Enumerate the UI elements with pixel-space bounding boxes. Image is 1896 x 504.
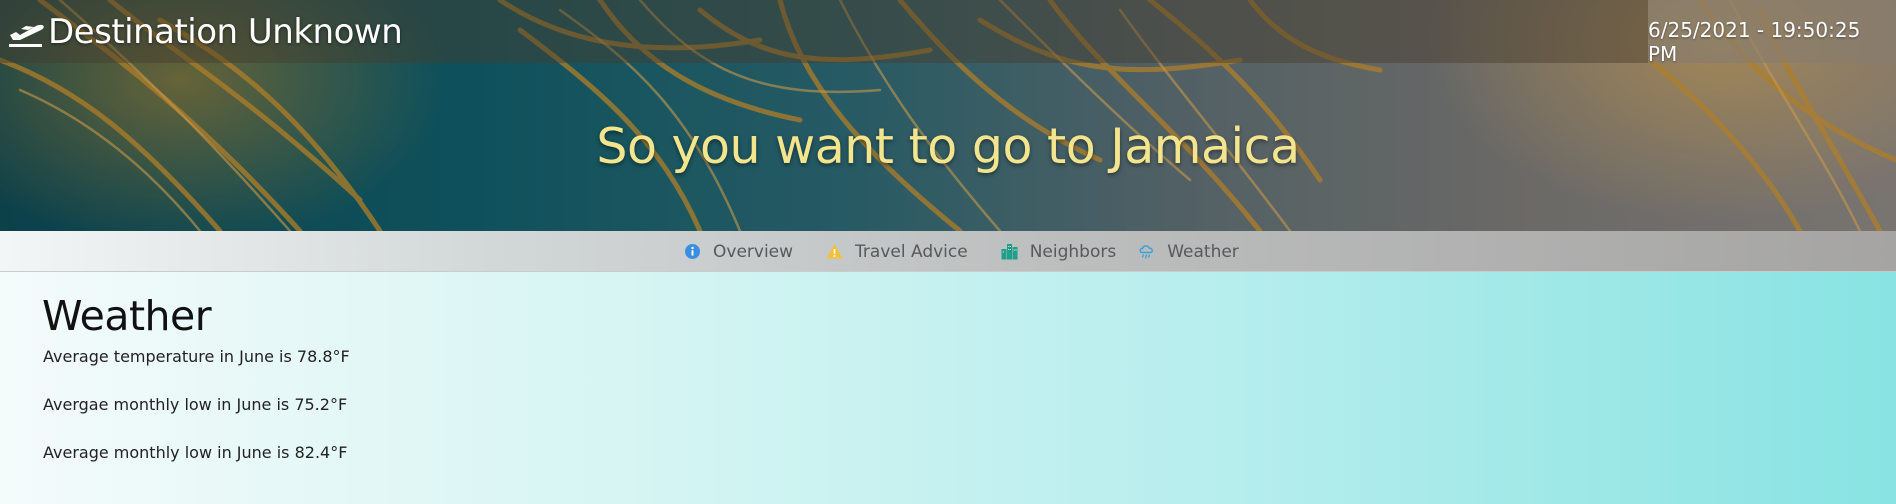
monthly-high-text: Average monthly low in June is 82.4°F xyxy=(43,443,348,462)
brand-title: Destination Unknown xyxy=(48,12,403,52)
hero-title: So you want to go to Jamaica xyxy=(596,118,1300,175)
nav-item-label: Neighbors xyxy=(1029,241,1117,262)
nav-item-weather[interactable]: Weather xyxy=(1138,242,1239,262)
clock-box: 6/25/2021 - 19:50:25 PM xyxy=(1648,0,1896,66)
cloud-rain-icon xyxy=(1139,245,1154,259)
brand[interactable]: Destination Unknown xyxy=(6,12,403,52)
nav-item-overview[interactable]: Overview xyxy=(684,242,793,262)
monthly-low-text: Avergae monthly low in June is 75.2°F xyxy=(43,395,348,414)
average-temperature-text: Average temperature in June is 78.8°F xyxy=(43,347,350,366)
warning-triangle-icon xyxy=(826,244,843,259)
plane-departure-icon xyxy=(9,24,44,47)
nav-item-label: Weather xyxy=(1167,241,1239,262)
weather-section: Weather Average temperature in June is 7… xyxy=(0,272,1896,504)
nav-item-label: Overview xyxy=(713,241,794,262)
city-buildings-icon xyxy=(1001,244,1018,260)
nav-item-travel-advice[interactable]: Travel Advice xyxy=(826,242,968,262)
clock: 6/25/2021 - 19:50:25 PM xyxy=(1648,18,1861,66)
nav-bar: Overview Travel Advice Neighbors Weather xyxy=(0,231,1896,272)
top-bar: Destination Unknown 6/25/2021 - 19:50:25… xyxy=(0,0,1896,66)
hero-banner: Destination Unknown 6/25/2021 - 19:50:25… xyxy=(0,0,1896,231)
section-title: Weather xyxy=(42,292,212,340)
nav-menu: Overview Travel Advice Neighbors Weather xyxy=(684,231,1239,272)
info-circle-icon xyxy=(685,244,700,259)
nav-item-neighbors[interactable]: Neighbors xyxy=(1001,241,1117,262)
nav-item-label: Travel Advice xyxy=(855,241,968,262)
